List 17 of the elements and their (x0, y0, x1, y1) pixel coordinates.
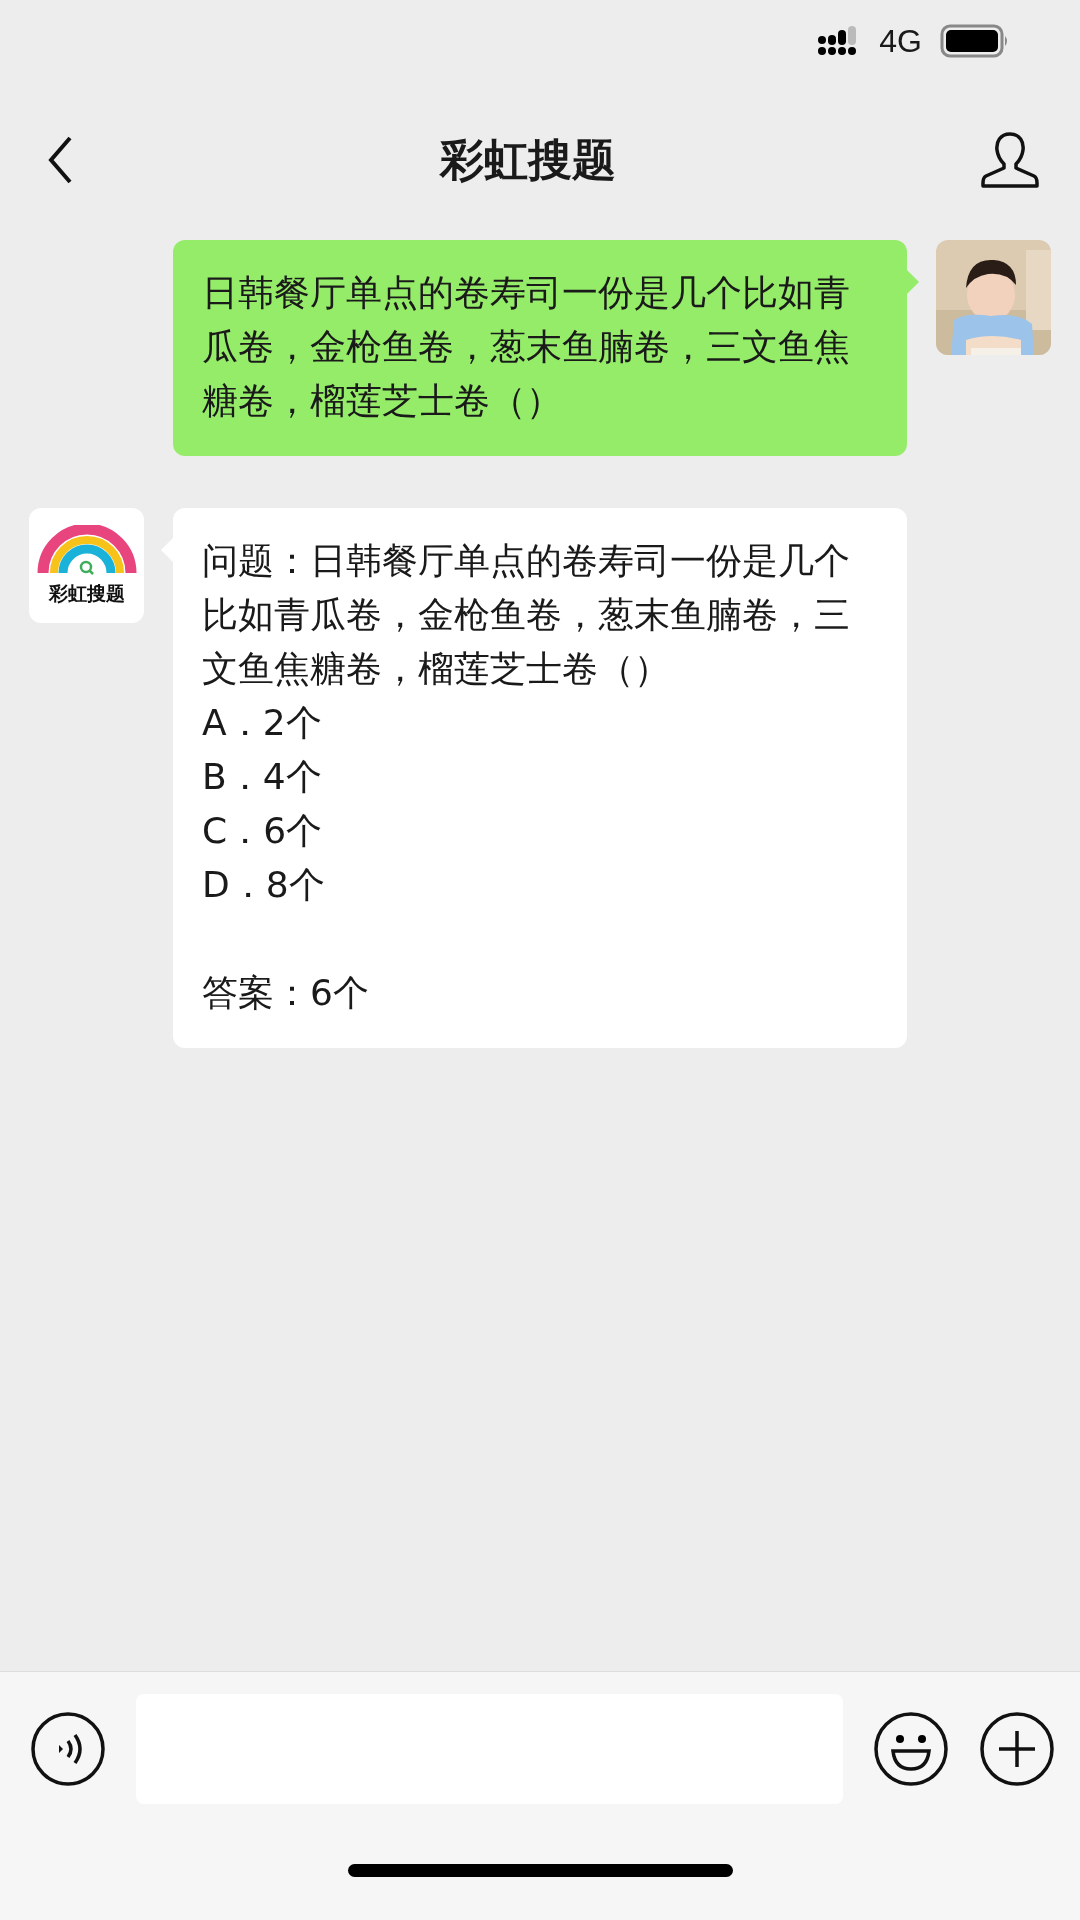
emoji-icon[interactable] (873, 1711, 949, 1787)
bubble-pointer (907, 270, 919, 294)
option-text: C．6个 (202, 809, 324, 853)
network-label: 4G (879, 22, 922, 60)
question-text: 问题：日韩餐厅单点的卷寿司一份是几个比如青瓜卷，金枪鱼卷，葱末鱼腩卷，三文鱼焦糖卷，榴莲芝士卷（） (202, 539, 851, 691)
rainbow-icon (36, 524, 137, 577)
answer-text: 答案：6个 (202, 971, 370, 1015)
sent-message: 日韩餐厅单点的卷寿司一份是几个比如青瓜卷，金枪鱼卷，葱末鱼腩卷，三文鱼焦糖卷，榴莲芝士卷（） (173, 240, 907, 456)
voice-icon[interactable] (30, 1711, 106, 1787)
add-icon[interactable] (979, 1711, 1055, 1787)
option-text: A．2个 (202, 701, 323, 745)
chat-title: 彩虹搜题 (440, 132, 616, 187)
logo-label: 彩虹搜题 (48, 580, 125, 606)
option-text: B．4个 (202, 755, 323, 799)
profile-icon[interactable] (980, 130, 1040, 190)
option-text: D．8个 (202, 863, 326, 907)
battery-icon (940, 24, 1010, 58)
